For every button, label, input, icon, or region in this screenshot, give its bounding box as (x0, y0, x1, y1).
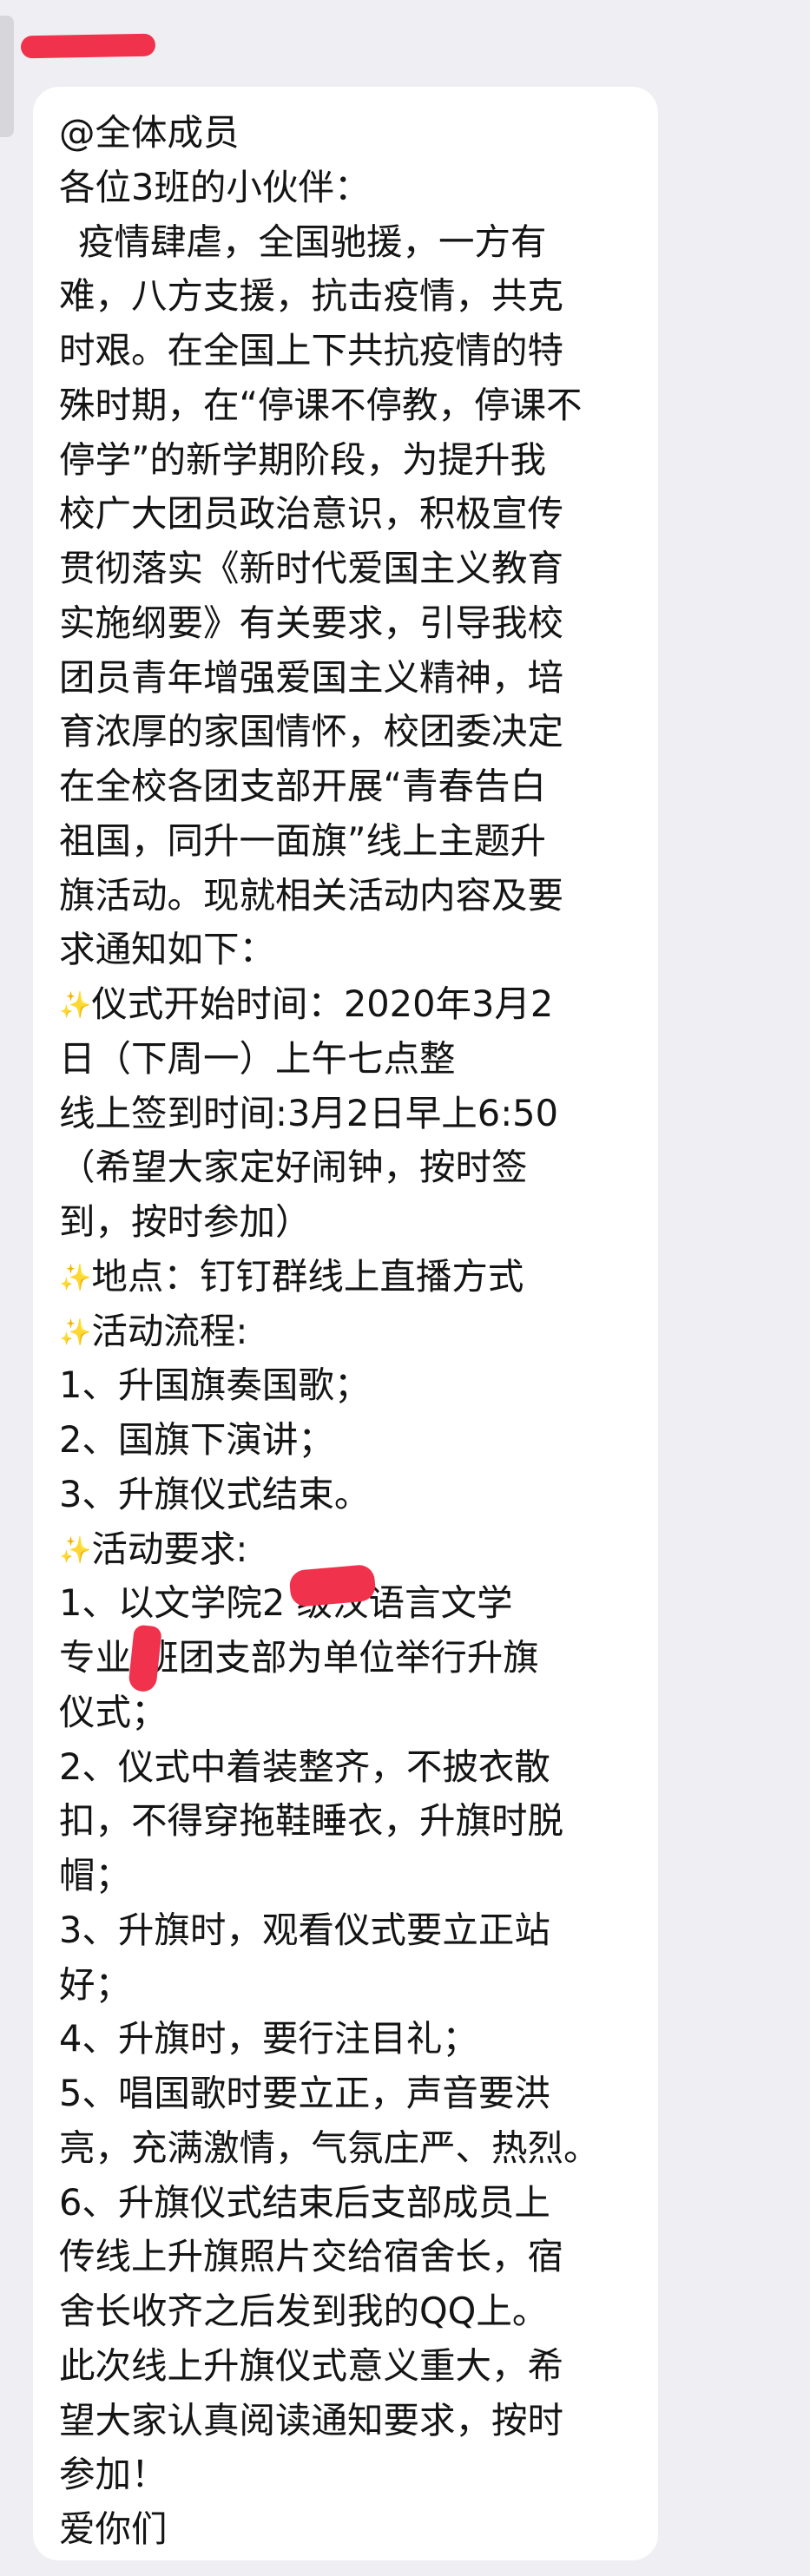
message-line: 帽； (59, 1854, 132, 1896)
sparkle-icon: ✨ (59, 1534, 92, 1566)
message-line: 停学”的新学期阶段，为提升我 (59, 437, 547, 481)
message-line: 疫情肆虐，全国驰援，一方有 (78, 220, 547, 263)
message-line-text: 仪式开始时间：2020年3月2 (91, 982, 554, 1025)
message-line: 望大家认真阅读通知要求，按时 (59, 2398, 564, 2441)
message-line: 育浓厚的家国情怀，校团委决定 (59, 710, 564, 753)
message-line: 难，八方支援，抗击疫情，共克 (59, 274, 564, 318)
message-line: 日（下周一）上午七点整 (59, 1036, 456, 1080)
message-line: 到，按时参加） (59, 1200, 312, 1243)
message-line-text: 地点：钉钉群线上直播方式 (91, 1254, 524, 1298)
message-line: @全体成员 (59, 111, 240, 154)
message-line: 旗活动。现就相关活动内容及要 (59, 873, 564, 917)
message-line: ✨仪式开始时间：2020年3月2 (59, 977, 632, 1032)
message-line: 时艰。在全国上下共抗疫情的特 (59, 329, 564, 371)
message-line-text: 活动流程: (91, 1309, 248, 1352)
message-line: （希望大家定好闹钟，按时签 (59, 1146, 528, 1189)
message-line: 扣，不得穿拖鞋睡衣，升旗时脱 (59, 1799, 564, 1843)
message-line: 4、升旗时，要行注目礼； (59, 2017, 478, 2060)
message-line: 团员青年增强爱国主义精神，培 (59, 655, 564, 699)
message-line: 祖国，同升一面旗”线上主题升 (59, 818, 547, 862)
message-line: 此次线上升旗仪式意义重大，希 (59, 2343, 564, 2387)
sparkle-icon: ✨ (59, 1262, 92, 1293)
message-line-text: 活动要求: (91, 1527, 248, 1570)
message-line: 亮，充满激情，气氛庄严、热烈。 (59, 2126, 600, 2169)
message-line: 求通知如下： (59, 928, 276, 971)
message-line: ✨地点：钉钉群线上直播方式 (59, 1250, 632, 1304)
message-line: 舍长收齐之后发到我的QQ上。 (59, 2290, 549, 2332)
message-line: 2、国旗下演讲； (59, 1418, 334, 1461)
redaction-mark-name (20, 33, 156, 59)
sparkle-icon: ✨ (59, 990, 92, 1021)
message-line: 线上签到时间:3月2日早上6:50 (59, 1091, 558, 1134)
message-line: 在全校各团支部开展“青春告白 (59, 765, 547, 807)
message-line: 校广大团员政治意识，积极宣传 (59, 492, 564, 536)
sender-avatar-edge[interactable] (0, 16, 14, 137)
message-line: ✨活动流程: (59, 1304, 632, 1359)
message-line: 6、升旗仪式结束后支部成员上 (59, 2180, 550, 2224)
message-line: 爱你们 (59, 2507, 168, 2550)
message-line: 仪式； (59, 1690, 168, 1733)
message-line: 殊时期，在“停课不停教，停课不 (59, 383, 583, 426)
message-line: 5、唱国歌时要立正，声音要洪 (59, 2072, 550, 2114)
message-line: 各位3班的小伙伴： (59, 165, 371, 208)
message-line: 3、升旗时，观看仪式要立正站 (59, 1908, 550, 1951)
message-line: 3、升旗仪式结束。 (59, 1472, 371, 1515)
message-line: 2、仪式中着装整齐，不披衣散 (59, 1745, 550, 1788)
message-line: 1、升国旗奏国歌； (59, 1364, 371, 1407)
message-line: 实施纲要》有关要求，引导我校 (59, 601, 564, 644)
redaction-mark-year (288, 1563, 377, 1608)
message-line: 贯彻落实《新时代爱国主义教育 (59, 547, 564, 589)
message-line: 参加！ (59, 2453, 168, 2496)
message-bubble[interactable]: @全体成员 各位3班的小伙伴： 疫情肆虐，全国驰援，一方有 难，八方支援，抗击疫… (33, 87, 658, 2560)
message-line: 好； (59, 1962, 132, 2006)
sparkle-icon: ✨ (59, 1317, 92, 1348)
message-line: 传线上升旗照片交给宿舍长，宿 (59, 2235, 564, 2278)
